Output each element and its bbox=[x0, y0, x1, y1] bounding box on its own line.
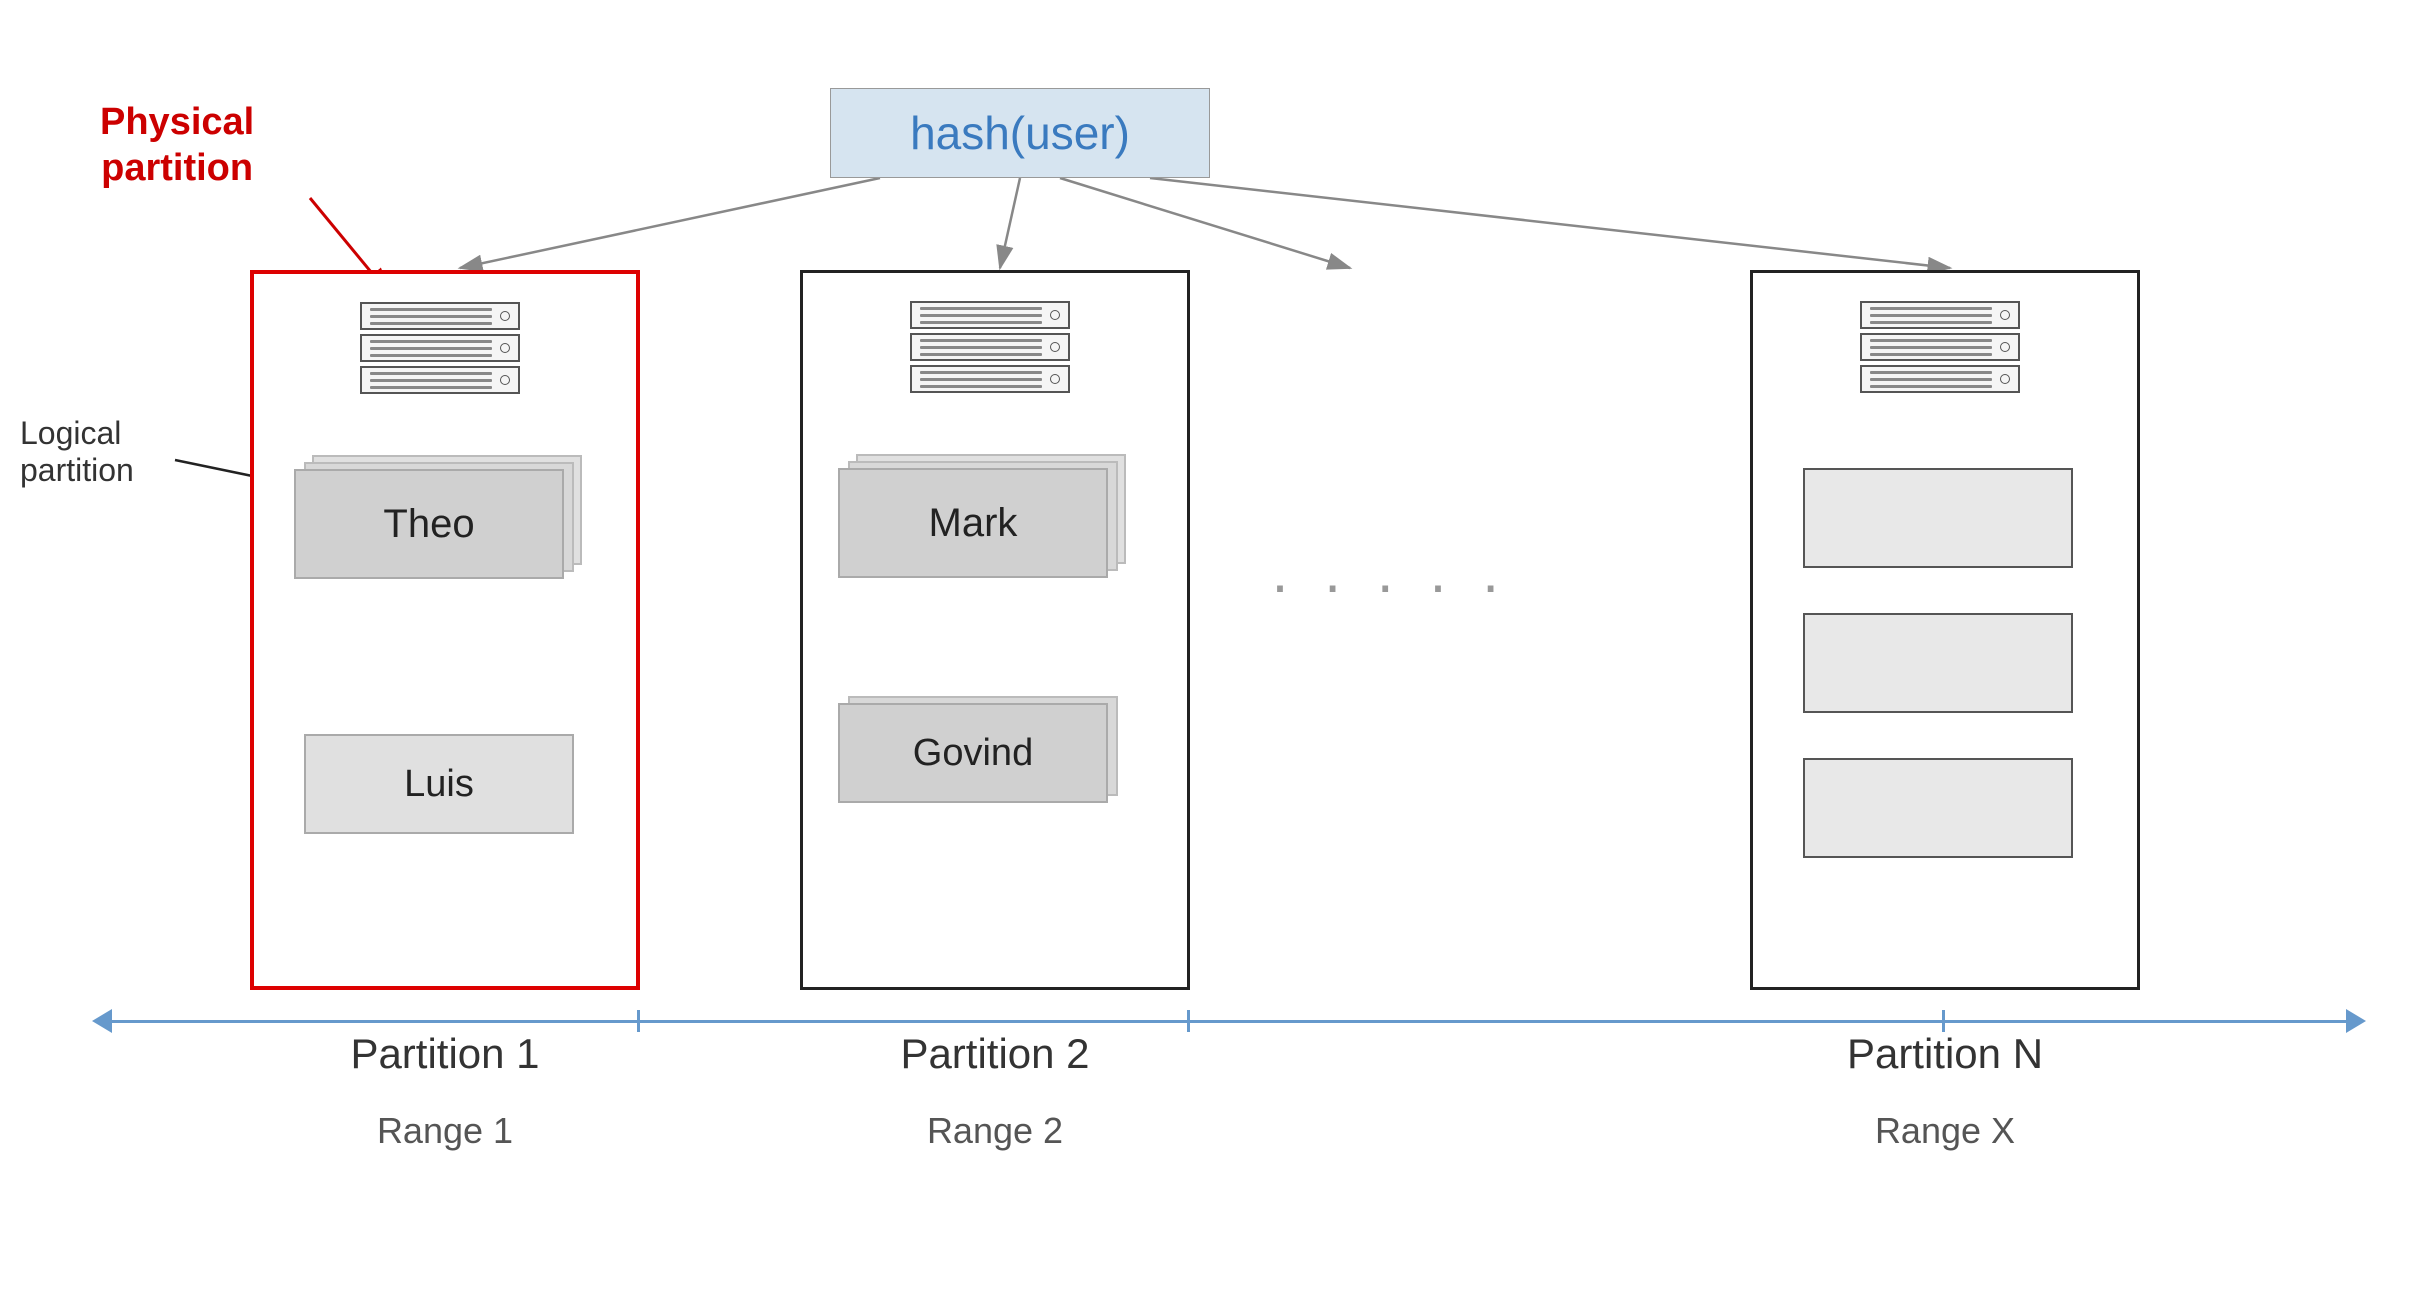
theo-card: Theo bbox=[294, 469, 564, 579]
tick-2 bbox=[1187, 1010, 1190, 1032]
partition-1: Theo Luis bbox=[250, 270, 640, 990]
tick-1 bbox=[637, 1010, 640, 1032]
partition-2: Mark Govind bbox=[800, 270, 1190, 990]
axis-arrow-right bbox=[2346, 1009, 2366, 1033]
disk-row bbox=[360, 302, 520, 330]
empty-box-1 bbox=[1803, 468, 2073, 568]
partition-n bbox=[1750, 270, 2140, 990]
range-2-label: Range 2 bbox=[800, 1110, 1190, 1152]
partition-2-label: Partition 2 bbox=[800, 1030, 1190, 1078]
disk-row bbox=[360, 334, 520, 362]
axis-arrow-left bbox=[92, 1009, 112, 1033]
govind-card: Govind bbox=[838, 703, 1108, 803]
hash-box: hash(user) bbox=[830, 88, 1210, 178]
range-x-label: Range X bbox=[1750, 1110, 2140, 1152]
server-icon-p2 bbox=[910, 301, 1080, 397]
range-1-label: Range 1 bbox=[250, 1110, 640, 1152]
server-icon-p1 bbox=[360, 302, 530, 398]
physical-partition-label: Physical partition bbox=[100, 100, 254, 191]
hash-box-label: hash(user) bbox=[910, 106, 1130, 160]
mark-card: Mark bbox=[838, 468, 1108, 578]
mark-page-stack: Mark bbox=[838, 468, 1108, 578]
logical-partition-label: Logical partition bbox=[20, 415, 134, 489]
tick-3 bbox=[1942, 1010, 1945, 1032]
dots-label: · · · · · bbox=[1270, 550, 1509, 619]
theo-page-stack: Theo bbox=[294, 469, 564, 579]
luis-card: Luis bbox=[304, 734, 574, 834]
govind-page-stack: Govind bbox=[838, 703, 1108, 803]
empty-box-3 bbox=[1803, 758, 2073, 858]
disk-row bbox=[360, 366, 520, 394]
axis-line bbox=[100, 1020, 2350, 1023]
server-icon-pn bbox=[1860, 301, 2030, 397]
empty-box-2 bbox=[1803, 613, 2073, 713]
diagram-container: hash(user) Physical partition Logical pa… bbox=[0, 0, 2418, 1316]
partition-1-label: Partition 1 bbox=[250, 1030, 640, 1078]
partition-n-label: Partition N bbox=[1750, 1030, 2140, 1078]
